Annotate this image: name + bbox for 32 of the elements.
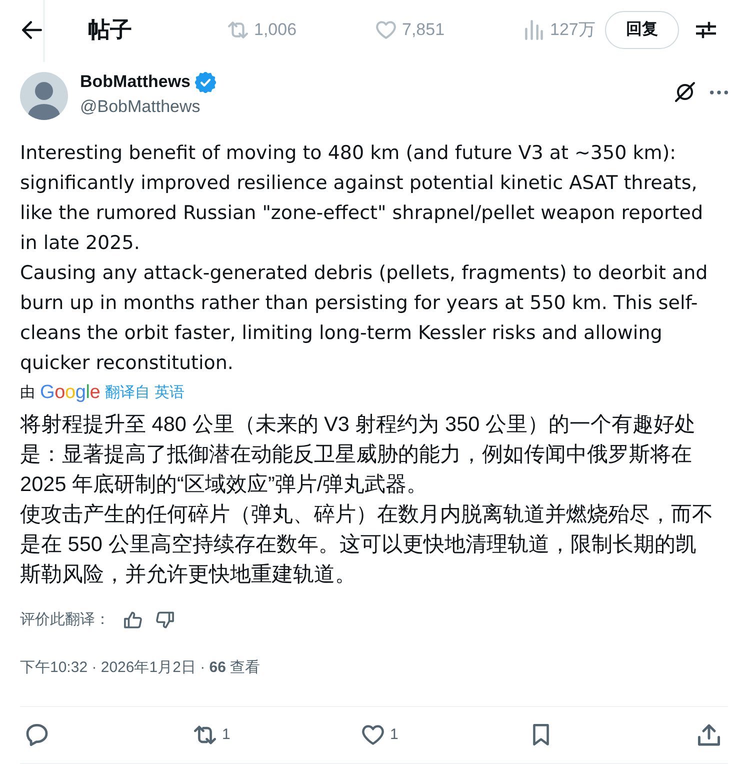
speech-bubble-icon[interactable] (26, 724, 48, 746)
rate-translation-label: 评价此翻译： (20, 610, 110, 630)
google-logo: Google (40, 383, 100, 403)
like-count: 1 (390, 724, 398, 745)
slashed-circle-icon[interactable] (674, 81, 696, 103)
repost-arrows-icon (228, 20, 248, 40)
post-timestamp: 下午10:32 · 2026年1月2日 · 66 查看 (20, 658, 260, 678)
repost-count: 1,006 (254, 19, 297, 42)
repost-arrows-icon[interactable] (194, 724, 216, 746)
share-icon[interactable] (698, 724, 720, 746)
view-count: 127万 (550, 19, 596, 42)
author-name[interactable]: BobMatthews (80, 72, 190, 92)
avatar-icon[interactable] (20, 72, 68, 120)
thumbs-down-icon[interactable] (156, 611, 174, 629)
back-arrow-icon[interactable] (22, 20, 42, 40)
post-paragraph: Causing any attack-generated debris (pellets, fragments) to deorbit and burn up in months rather than persisting for years at 550 km. This self-cleans the orbit faster, limiting long-term Kessler risks and allowing quicker reconstitution. (20, 261, 709, 376)
heart-icon (376, 20, 396, 40)
sliders-icon[interactable] (696, 20, 716, 40)
bar-chart-icon (524, 20, 544, 40)
thumbs-up-icon[interactable] (124, 611, 142, 629)
post-paragraph: Interesting benefit of moving to 480 km (and future V3 at ~350 km): significantly improved resilience against potential kinetic ASAT threats, like the rumored Russian "zone-effect" shrapnel/pellet weapon reported in late 2025. (20, 141, 704, 256)
translation-prefix: 由 (20, 382, 35, 403)
like-count: 7,851 (402, 19, 445, 42)
more-options-icon[interactable] (710, 90, 728, 94)
heart-icon[interactable] (362, 724, 384, 746)
bookmark-icon[interactable] (530, 724, 552, 746)
author-handle[interactable]: @BobMatthews (80, 97, 216, 117)
page-title: 帖子 (88, 16, 132, 44)
reply-button[interactable]: 回复 (605, 11, 679, 49)
translated-paragraph: 将射程提升至 480 公里（未来的 V3 射程约为 350 公里）的一个有趣好处是：显著提高了抵御潜在动能反卫星威胁的能力，例如传闻中俄罗斯将在 2025 年底研制的“区域效应”弹片/弹丸武器。 (20, 412, 697, 498)
repost-count: 1 (222, 724, 230, 745)
translated-paragraph: 使攻击产生的任何碎片（弹丸、碎片）在数月内脱离轨道并燃烧殆尽，而不是在 550 公里高空持续存在数年。这可以更快地清理轨道，限制长期的凯斯勒风险，并允许更快地重建轨道。 (20, 502, 714, 588)
